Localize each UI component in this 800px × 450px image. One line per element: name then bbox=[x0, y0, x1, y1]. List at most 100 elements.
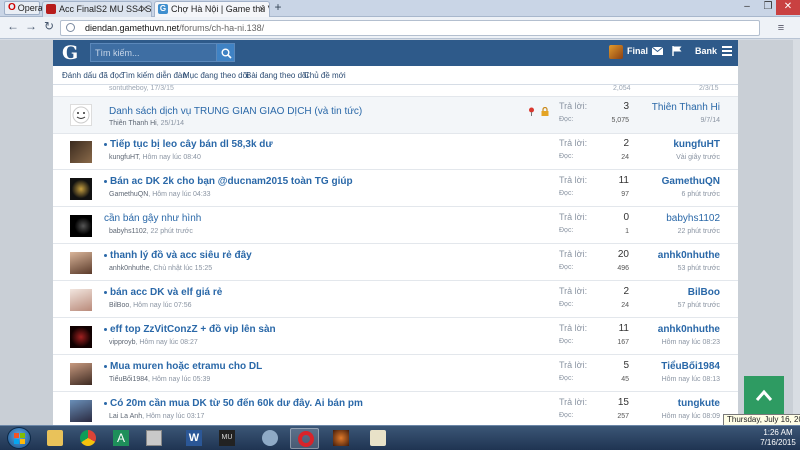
taskbar-word[interactable]: W bbox=[179, 428, 208, 449]
thread-avatar[interactable] bbox=[70, 363, 92, 385]
thread-title-link[interactable]: cần bán gậy như hình bbox=[104, 213, 201, 224]
clock-date[interactable]: 7/16/2015 bbox=[758, 438, 798, 447]
thread-starter[interactable]: TiểuBối1984 bbox=[109, 376, 148, 383]
thread-avatar[interactable] bbox=[70, 289, 92, 311]
taskbar-app-a[interactable]: A bbox=[106, 428, 135, 449]
thread-row[interactable]: Có 20m cần mua DK từ 50 đến 60k dư đây. … bbox=[53, 393, 738, 425]
opera-menu-button[interactable]: O Opera bbox=[4, 1, 43, 15]
last-poster-link[interactable]: anhk0nhuthe bbox=[643, 324, 720, 335]
browser-tab-2[interactable]: G Chợ Hà Nội | Game thủ Vi ✕ bbox=[154, 1, 270, 17]
taskbar-network[interactable] bbox=[255, 428, 284, 449]
mail-icon[interactable] bbox=[652, 47, 663, 55]
reload-icon[interactable]: ↻ bbox=[42, 20, 56, 34]
tab-close-icon[interactable]: ✕ bbox=[258, 2, 266, 16]
taskbar-opera[interactable] bbox=[290, 428, 319, 449]
thread-title-link[interactable]: Mua muren hoặc etramu cho DL bbox=[104, 361, 262, 372]
thread-avatar[interactable] bbox=[70, 400, 92, 422]
url-field[interactable]: diendan.gamethuvn.net/forums/ch-ha-ni.13… bbox=[60, 20, 760, 36]
user-name-link[interactable]: Final bbox=[627, 46, 648, 56]
subnav-watched-forums[interactable]: Mục đang theo dõi bbox=[183, 71, 249, 80]
thread-row[interactable]: Danh sách dịch vụ TRUNG GIAN GIAO DỊCH (… bbox=[53, 97, 738, 134]
thread-starter[interactable]: Lai La Anh bbox=[109, 413, 142, 420]
partial-last: 2/3/15 bbox=[699, 85, 719, 92]
thread-avatar[interactable] bbox=[70, 178, 92, 200]
thread-avatar[interactable] bbox=[70, 104, 92, 126]
last-poster-link[interactable]: TiểuBối1984 bbox=[643, 361, 720, 372]
last-poster-link[interactable]: BilBoo bbox=[643, 287, 720, 298]
thread-row[interactable]: Tiếp tục bị leo cây bán dl 58,3k dư kung… bbox=[53, 134, 738, 170]
thread-starter[interactable]: vipproyb bbox=[109, 339, 135, 346]
subnav-new-threads[interactable]: Chủ đề mới bbox=[304, 71, 346, 80]
last-post-time[interactable]: 9/7/14 bbox=[643, 117, 720, 124]
subnav-watched-threads[interactable]: Bài đang theo dõi bbox=[246, 71, 308, 80]
last-post-time[interactable]: 57 phút trước bbox=[643, 302, 720, 309]
close-window-icon[interactable]: ✕ bbox=[776, 0, 800, 15]
last-post-time[interactable]: 53 phút trước bbox=[643, 265, 720, 272]
thread-avatar[interactable] bbox=[70, 326, 92, 348]
thread-avatar[interactable] bbox=[70, 252, 92, 274]
subnav-mark-read[interactable]: Đánh dấu đã đọc bbox=[62, 71, 123, 80]
thread-title-link[interactable]: bán acc DK và elf giá rẻ bbox=[104, 287, 222, 298]
unread-dot-icon bbox=[104, 253, 107, 257]
thread-starter[interactable]: kungfuHT bbox=[109, 154, 139, 161]
taskbar-explorer[interactable] bbox=[40, 428, 69, 449]
last-poster-link[interactable]: anhk0nhuthe bbox=[643, 250, 720, 261]
thread-avatar[interactable] bbox=[70, 215, 92, 237]
taskbar-game-2[interactable] bbox=[326, 428, 355, 449]
thread-title-link[interactable]: Bán ac DK 2k cho bạn @ducnam2015 toàn TG… bbox=[104, 176, 353, 187]
thread-title-link[interactable]: thanh lý đồ và acc siêu rẻ đây bbox=[104, 250, 252, 261]
thread-row[interactable]: thanh lý đồ và acc siêu rẻ đây anhk0nhut… bbox=[53, 245, 738, 281]
site-logo[interactable]: G bbox=[62, 42, 80, 64]
thread-starter[interactable]: anhk0nhuthe bbox=[109, 265, 149, 272]
minimize-icon[interactable]: – bbox=[736, 0, 758, 15]
thread-avatar[interactable] bbox=[70, 141, 92, 163]
taskbar-chrome[interactable] bbox=[73, 428, 102, 449]
bank-link[interactable]: Bank bbox=[695, 46, 717, 56]
search-input[interactable] bbox=[90, 43, 216, 62]
last-post-time[interactable]: 22 phút trước bbox=[643, 228, 720, 235]
subnav-search-forums[interactable]: Tìm kiếm diễn đàn bbox=[121, 71, 187, 80]
flag-icon[interactable] bbox=[672, 46, 682, 56]
page-scrollbar[interactable] bbox=[793, 40, 800, 425]
start-button[interactable] bbox=[7, 427, 31, 449]
thread-title-link[interactable]: Có 20m cần mua DK từ 50 đến 60k dư đây. … bbox=[104, 398, 363, 409]
taskbar-paint[interactable] bbox=[363, 428, 392, 449]
last-poster-link[interactable]: Thiên Thanh Hi bbox=[643, 102, 720, 113]
last-post-time[interactable]: Hôm nay lúc 08:13 bbox=[643, 376, 720, 383]
back-arrow-icon[interactable]: ← bbox=[6, 20, 20, 34]
browser-menu-icon[interactable]: ≡ bbox=[772, 20, 790, 36]
thread-row[interactable]: bán acc DK và elf giá rẻ BilBoo, Hôm nay… bbox=[53, 282, 738, 318]
last-poster-link[interactable]: kungfuHT bbox=[643, 139, 720, 150]
last-post-time[interactable]: 6 phút trước bbox=[643, 191, 720, 198]
forward-arrow-icon[interactable]: → bbox=[24, 20, 38, 34]
last-poster-link[interactable]: GamethuQN bbox=[643, 176, 720, 187]
thread-start-date: Chủ nhật lúc 15:25 bbox=[153, 265, 213, 272]
new-tab-icon[interactable]: + bbox=[272, 1, 284, 14]
thread-title-link[interactable]: Danh sách dịch vụ TRUNG GIAN GIAO DỊCH (… bbox=[109, 106, 362, 117]
taskbar-app-grid[interactable] bbox=[139, 428, 168, 449]
taskbar-mu-game[interactable]: MU bbox=[212, 428, 241, 449]
last-poster-link[interactable]: tungkute bbox=[643, 398, 720, 409]
last-post-time[interactable]: Hôm nay lúc 08:09 bbox=[643, 413, 720, 420]
user-avatar[interactable] bbox=[609, 45, 623, 59]
browser-tab-1[interactable]: Acc FinalS2 MU SS4 SS6 1 ✕ bbox=[42, 1, 152, 17]
last-post-time[interactable]: Vài giây trước bbox=[643, 154, 720, 161]
scroll-to-top-button[interactable] bbox=[744, 376, 784, 416]
thread-row[interactable]: Mua muren hoặc etramu cho DL TiểuBối1984… bbox=[53, 356, 738, 392]
thread-row[interactable]: eff top ZzVitConzZ + đồ vip lên sàn vipp… bbox=[53, 319, 738, 355]
last-post-time[interactable]: Hôm nay lúc 08:23 bbox=[643, 339, 720, 346]
thread-title-link[interactable]: Tiếp tục bị leo cây bán dl 58,3k dư bbox=[104, 139, 273, 150]
thread-row[interactable]: cần bán gậy như hình babyhs1102, 22 phút… bbox=[53, 208, 738, 244]
thread-starter[interactable]: GamethuQN bbox=[109, 191, 148, 198]
thread-starter[interactable]: Thiên Thanh Hi bbox=[109, 120, 157, 127]
search-button[interactable] bbox=[216, 43, 235, 62]
thread-row[interactable]: Bán ac DK 2k cho bạn @ducnam2015 toàn TG… bbox=[53, 171, 738, 207]
clock-time[interactable]: 1:26 AM bbox=[758, 428, 798, 437]
tab-close-icon[interactable]: ✕ bbox=[140, 2, 148, 16]
last-poster-link[interactable]: babyhs1102 bbox=[643, 213, 720, 224]
thread-title-link[interactable]: eff top ZzVitConzZ + đồ vip lên sàn bbox=[104, 324, 276, 335]
thread-starter[interactable]: babyhs1102 bbox=[109, 228, 147, 235]
hamburger-menu-icon[interactable] bbox=[722, 46, 732, 56]
site-info-icon[interactable] bbox=[66, 23, 75, 32]
thread-starter[interactable]: BilBoo bbox=[109, 302, 129, 309]
